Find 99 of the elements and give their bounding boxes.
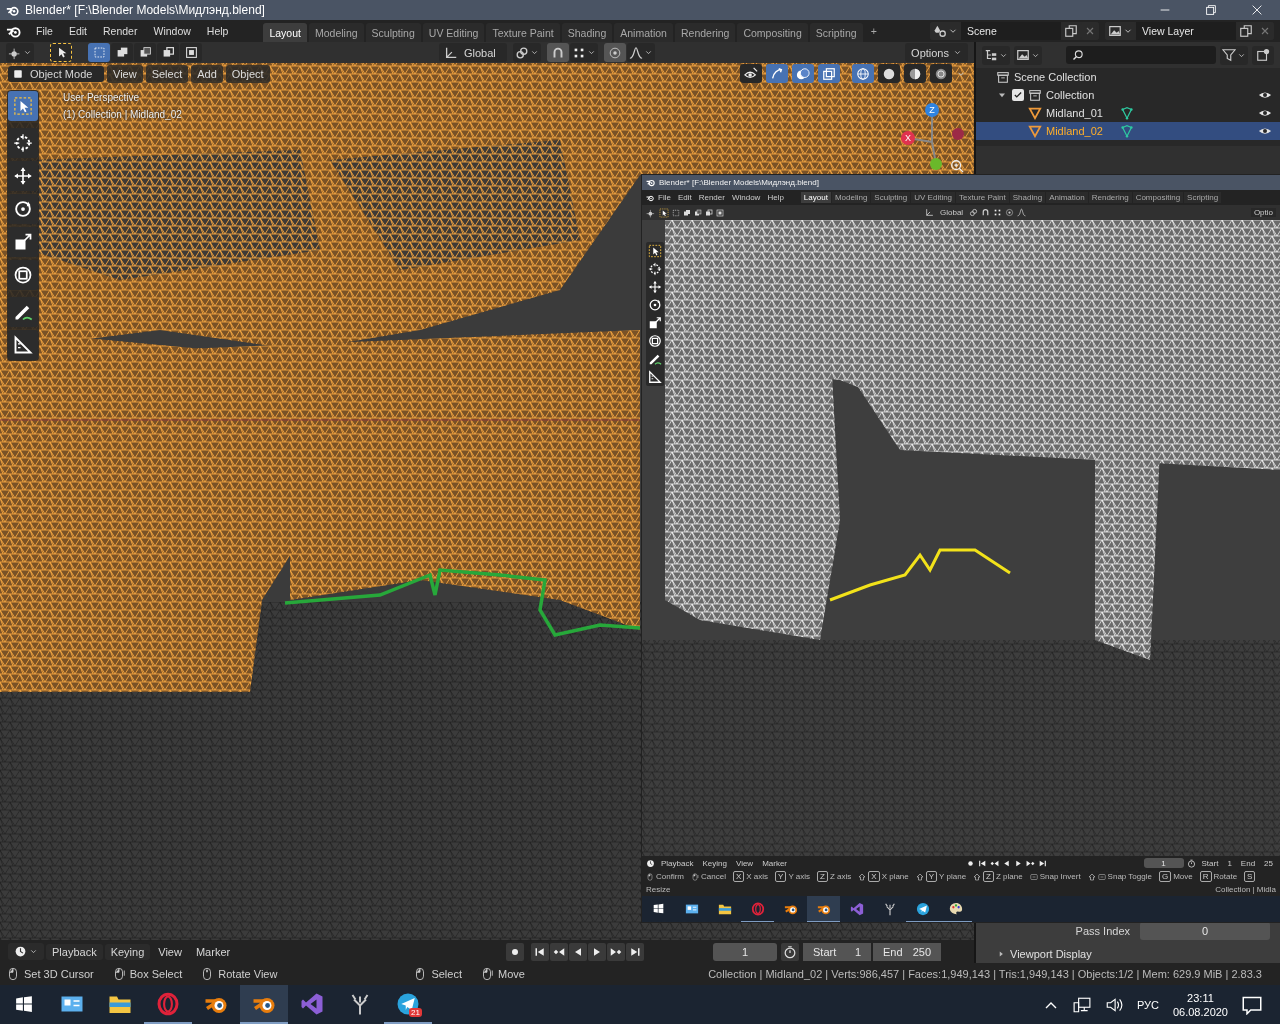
end-label: End	[1239, 858, 1257, 868]
key-cap: R	[1199, 871, 1212, 882]
status-hint: Box Select	[129, 968, 183, 980]
key-cap: Z	[817, 871, 828, 882]
view-layer-field[interactable]: View Layer	[1136, 22, 1236, 40]
workspace-tab[interactable]: Layout	[263, 22, 307, 43]
menu-item[interactable]: Help	[764, 193, 787, 202]
outliner-item[interactable]: Collection	[1046, 89, 1095, 101]
timeline-menu[interactable]: View	[732, 858, 757, 868]
status-hint: Snap Toggle	[1107, 871, 1152, 882]
workspace-tab[interactable]: Compositing	[737, 22, 808, 43]
status-hint: X plane	[881, 871, 909, 882]
panel-header[interactable]: Viewport Display	[1010, 947, 1092, 960]
view-name: User Perspective	[63, 92, 141, 103]
timeline-menu[interactable]: Marker	[189, 943, 237, 960]
status-hint: Move	[1173, 871, 1193, 882]
field-label: Pass Index	[1075, 925, 1130, 937]
menu-item[interactable]: File	[655, 193, 674, 202]
menu-item[interactable]: Edit	[61, 23, 94, 39]
workspace-tab[interactable]: Compositing	[1132, 192, 1184, 203]
menu-item[interactable]: Edit	[674, 193, 695, 202]
window-title: Blender* [F:\Blender Models\Мидлэнд.blend]	[659, 178, 819, 187]
key-cap: Z	[983, 871, 994, 882]
scene-stats: Collection | Midla	[1215, 884, 1276, 895]
outliner-row[interactable]: Midland_01	[976, 104, 1280, 122]
outliner-row[interactable]: Midland_02	[976, 122, 1280, 140]
status-hint: Set 3D Cursor	[24, 968, 94, 980]
workspace-tab[interactable]: Rendering	[674, 22, 736, 43]
view-context: (1) Collection | Midland_02	[63, 109, 182, 120]
clock[interactable]: 23:11 06.08.2020	[1172, 990, 1228, 1019]
status-hint: X axis	[746, 871, 769, 882]
start-label: Start	[1200, 858, 1220, 868]
key-cap: Y	[925, 871, 938, 882]
status-hint: Y plane	[939, 871, 967, 882]
scene-stats: Collection | Midland_02 | Verts:986,457 | Faces:1,949,143 | Tris:1,949,143 | Objects:1/2 | Mem: 629.9 MiB | 2.83.3	[708, 968, 1262, 980]
current-frame-field[interactable]: 1	[1143, 858, 1184, 868]
outliner-item[interactable]: Scene Collection	[1014, 71, 1097, 83]
start-frame-field[interactable]: 1	[1224, 858, 1235, 868]
timeline-menu[interactable]: Keying	[699, 858, 730, 868]
status-hint: Move	[498, 968, 525, 980]
timeline-menu[interactable]: Marker	[759, 858, 791, 868]
menu-item[interactable]: Window	[146, 23, 198, 39]
orientation-dropdown[interactable]: Global	[937, 208, 967, 217]
status-hint: Cancel	[701, 871, 726, 882]
workspace-tab[interactable]: UV Editing	[422, 22, 485, 43]
menu-item[interactable]: Window	[728, 193, 764, 202]
menu-item[interactable]: Render	[695, 193, 728, 202]
taskbar-app[interactable]: 21	[384, 985, 432, 1024]
status-hint: Y axis	[788, 871, 811, 882]
menu-item[interactable]: Help	[199, 23, 236, 39]
add-workspace-button[interactable]: +	[864, 23, 883, 39]
timeline-menu[interactable]: View	[152, 943, 188, 960]
options-dropdown[interactable]: Options	[905, 43, 968, 62]
window-title: Blender* [F:\Blender Models\Мидлэнд.blend]	[25, 3, 265, 17]
timeline-menu[interactable]: Playback	[658, 858, 697, 868]
options-dropdown[interactable]: Optio	[1250, 208, 1276, 217]
workspace-tab[interactable]: Shading	[561, 22, 613, 43]
status-hint: Rotate View	[218, 968, 278, 980]
workspace-tab[interactable]: Animation	[614, 22, 673, 43]
workspace-tab[interactable]: Scripting	[809, 22, 863, 43]
workspace-tab[interactable]: Texture Paint	[956, 192, 1009, 203]
key-cap: X	[732, 871, 745, 882]
menu-item[interactable]: Render	[96, 23, 145, 39]
workspace-tab[interactable]: Shading	[1009, 192, 1046, 203]
workspace-tab[interactable]: Texture Paint	[486, 22, 560, 43]
workspace-tab[interactable]: Scripting	[1184, 192, 1222, 203]
workspace-tab[interactable]: Layout	[800, 192, 831, 203]
workspace-tab[interactable]: Modeling	[308, 22, 364, 43]
key-cap: G	[1158, 871, 1172, 882]
orientation-dropdown[interactable]: Global	[439, 43, 507, 62]
workspace-tab[interactable]: Rendering	[1088, 192, 1132, 203]
workspace-tab[interactable]: UV Editing	[911, 192, 956, 203]
navigation-gizmo[interactable]: Z X	[898, 98, 968, 172]
outliner-item[interactable]: Midland_01	[1046, 107, 1116, 119]
timeline-menu[interactable]: Keying	[104, 943, 151, 960]
workspace-tab[interactable]: Modeling	[831, 192, 871, 203]
current-frame-field[interactable]: 1	[713, 942, 777, 961]
workspace-tab[interactable]: Sculpting	[871, 192, 911, 203]
outliner-item[interactable]: Midland_02	[1046, 125, 1116, 137]
end-frame-field[interactable]: End 250	[873, 942, 941, 961]
timeline-menu[interactable]: Playback	[46, 943, 103, 960]
status-hint: Confirm	[656, 871, 684, 882]
status-hint: Z plane	[996, 871, 1023, 882]
status-hint: Z axis	[829, 871, 852, 882]
start-frame-field[interactable]: Start 1	[803, 942, 871, 961]
workspace-tab[interactable]: Animation	[1046, 192, 1088, 203]
key-cap: X	[868, 871, 880, 882]
menu-item[interactable]: File	[29, 23, 60, 39]
workspace-tab[interactable]: Sculpting	[365, 22, 421, 43]
scene-field[interactable]: Scene	[961, 22, 1061, 40]
key-cap: S	[1244, 871, 1256, 882]
status-hint: Resize	[646, 884, 671, 895]
status-hint: Select	[431, 968, 462, 980]
notification-badge: 21	[409, 1008, 422, 1017]
status-hint: Snap Invert	[1039, 871, 1081, 882]
end-frame-field[interactable]: 25	[1261, 858, 1276, 868]
language-indicator[interactable]: РУС	[1136, 998, 1159, 1011]
status-hint: Rotate	[1213, 871, 1238, 882]
key-cap: Y	[775, 871, 787, 882]
